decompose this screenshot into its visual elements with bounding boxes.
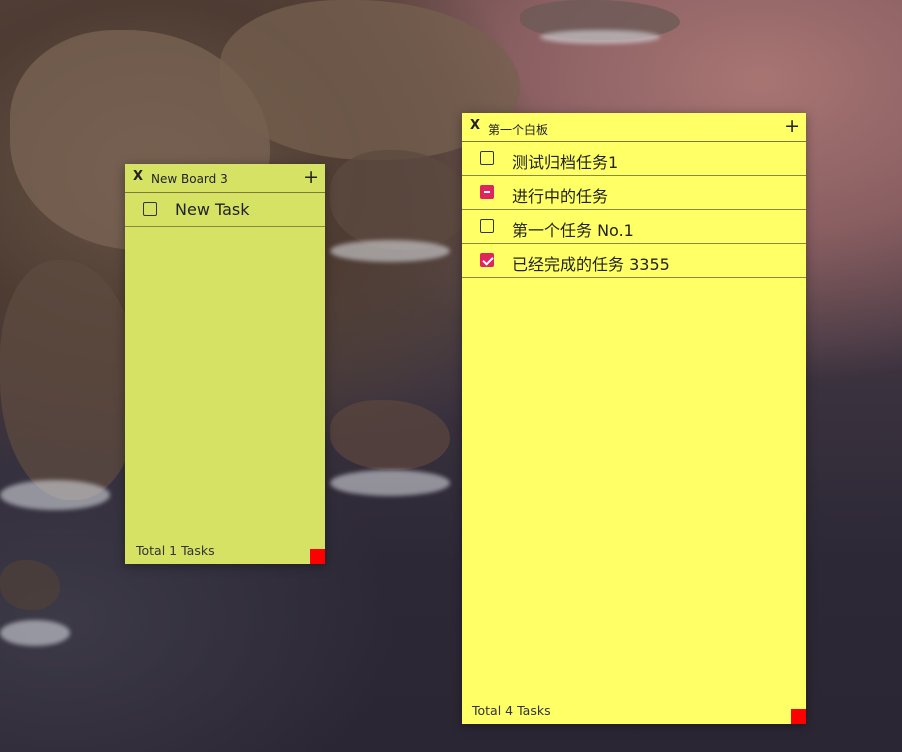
- task-checkbox-done[interactable]: [480, 253, 494, 267]
- task-item[interactable]: 进行中的任务: [462, 176, 806, 210]
- task-label[interactable]: 测试归档任务1: [512, 149, 618, 173]
- task-count: Total 4 Tasks: [472, 703, 551, 718]
- add-task-button[interactable]: +: [784, 115, 800, 137]
- task-item[interactable]: 第一个任务 No.1: [462, 210, 806, 244]
- board-header: X 第一个白板 +: [462, 113, 806, 142]
- board-first-whiteboard: X 第一个白板 + 测试归档任务1 进行中的任务 第一个任务 No.1 已经完成…: [462, 113, 806, 724]
- task-label[interactable]: New Task: [175, 200, 250, 219]
- task-item[interactable]: 测试归档任务1: [462, 142, 806, 176]
- resize-handle[interactable]: [791, 709, 806, 724]
- close-board-button[interactable]: X: [133, 169, 143, 184]
- task-count: Total 1 Tasks: [136, 543, 215, 558]
- close-board-button[interactable]: X: [470, 118, 480, 133]
- task-item[interactable]: 已经完成的任务 3355: [462, 244, 806, 278]
- task-label[interactable]: 第一个任务 No.1: [512, 217, 634, 241]
- task-checkbox-in-progress[interactable]: [480, 185, 494, 199]
- task-checkbox[interactable]: [480, 219, 494, 233]
- board-title[interactable]: 第一个白板: [488, 121, 548, 138]
- board-title[interactable]: New Board 3: [151, 172, 228, 186]
- resize-handle[interactable]: [310, 549, 325, 564]
- board-header: X New Board 3 +: [125, 164, 325, 193]
- task-label[interactable]: 进行中的任务: [512, 183, 608, 207]
- task-checkbox[interactable]: [143, 202, 157, 216]
- add-task-button[interactable]: +: [303, 166, 319, 188]
- task-checkbox[interactable]: [480, 151, 494, 165]
- board-new-board-3: X New Board 3 + New Task Total 1 Tasks: [125, 164, 325, 564]
- task-item[interactable]: New Task: [125, 193, 325, 227]
- task-label[interactable]: 已经完成的任务 3355: [512, 251, 670, 275]
